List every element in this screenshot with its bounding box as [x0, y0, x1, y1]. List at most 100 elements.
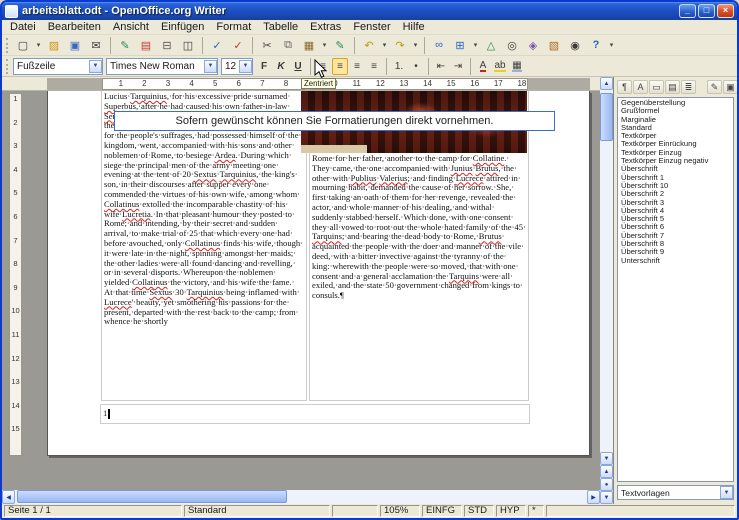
- undo-dropdown[interactable]: ▾: [380, 36, 389, 55]
- status-hyperlink-mode[interactable]: HYP: [496, 505, 526, 517]
- scroll-track[interactable]: [15, 490, 587, 504]
- status-insert-mode[interactable]: EINFG: [422, 505, 462, 517]
- style-list-item[interactable]: Unterschrift: [619, 257, 732, 265]
- new-style-from-selection-button[interactable]: ▣: [723, 80, 738, 94]
- format-paintbrush-button[interactable]: ✎: [330, 36, 350, 55]
- paste-dropdown[interactable]: ▾: [320, 36, 329, 55]
- hyperlink-button[interactable]: ∞: [429, 36, 449, 55]
- menu-item[interactable]: Extras: [304, 21, 347, 33]
- redo-button[interactable]: ↷: [390, 36, 410, 55]
- align-center-button[interactable]: ≡: [332, 58, 348, 75]
- scroll-track[interactable]: [600, 90, 613, 452]
- font-name-combo[interactable]: Times New Roman ▼: [106, 58, 218, 75]
- menu-item[interactable]: Ansicht: [107, 21, 155, 33]
- copy-button[interactable]: ⧉: [278, 36, 298, 55]
- minimize-button[interactable]: _: [679, 4, 696, 18]
- help-button[interactable]: ?: [586, 36, 606, 55]
- align-right-button[interactable]: ≡: [349, 58, 365, 75]
- font-size-combo[interactable]: 12 ▼: [221, 58, 253, 75]
- menu-item[interactable]: Fenster: [347, 21, 396, 33]
- table-button[interactable]: ⊞: [450, 36, 470, 55]
- decrease-indent-button[interactable]: ⇤: [433, 58, 449, 75]
- navigation-button[interactable]: ●: [600, 478, 613, 491]
- menu-item[interactable]: Tabelle: [257, 21, 304, 33]
- frame-styles-button[interactable]: ▭: [649, 80, 664, 94]
- previous-page-button[interactable]: ▲: [600, 465, 613, 478]
- icon-glyph: ✎: [120, 39, 129, 52]
- chevron-down-icon[interactable]: ▼: [239, 60, 252, 73]
- spellcheck-button[interactable]: ✓: [207, 36, 227, 55]
- fill-format-mode-button[interactable]: ✎: [707, 80, 722, 94]
- undo-button[interactable]: ↶: [359, 36, 379, 55]
- auto-spellcheck-button[interactable]: ✓: [228, 36, 248, 55]
- navigator-button[interactable]: ◈: [523, 36, 543, 55]
- status-selection-mode[interactable]: STD: [464, 505, 494, 517]
- chevron-down-icon[interactable]: ▼: [720, 486, 733, 499]
- scroll-thumb[interactable]: [17, 490, 287, 503]
- toolbar-grip[interactable]: [6, 59, 9, 74]
- background-color-button[interactable]: ▦: [509, 58, 525, 75]
- justify-button[interactable]: ≡: [366, 58, 382, 75]
- maximize-button[interactable]: □: [698, 4, 715, 18]
- style-filter-combo[interactable]: Textvorlagen ▼: [617, 485, 734, 500]
- zoom-button[interactable]: ◉: [565, 36, 585, 55]
- page-preview-button[interactable]: ◫: [178, 36, 198, 55]
- bullet-list-button[interactable]: •: [408, 58, 424, 75]
- toolbar-grip[interactable]: [6, 38, 9, 53]
- vertical-scrollbar[interactable]: ▲ ▼ ▲ ● ▼: [600, 77, 613, 504]
- export-pdf-button[interactable]: ▤: [136, 36, 156, 55]
- edit-file-button[interactable]: ✎: [115, 36, 135, 55]
- page-styles-button[interactable]: ▤: [665, 80, 680, 94]
- font-color-button[interactable]: A: [475, 58, 491, 75]
- scroll-thumb[interactable]: [600, 93, 613, 141]
- chevron-down-icon[interactable]: ▼: [89, 60, 102, 73]
- scroll-up-button[interactable]: ▲: [600, 77, 613, 90]
- paragraph-style-combo[interactable]: Fußzeile ▼: [13, 58, 103, 75]
- underline-button[interactable]: U: [290, 58, 306, 75]
- new-document-button[interactable]: ▢: [13, 36, 33, 55]
- list-styles-button[interactable]: ≣: [681, 80, 696, 94]
- scroll-right-button[interactable]: ▶: [587, 490, 600, 504]
- find-replace-button[interactable]: ◎: [502, 36, 522, 55]
- highlighting-button[interactable]: ab: [492, 58, 508, 75]
- status-zoom[interactable]: 105%: [380, 505, 420, 517]
- italic-button[interactable]: K: [273, 58, 289, 75]
- cut-button[interactable]: ✂: [257, 36, 277, 55]
- menu-item[interactable]: Hilfe: [397, 21, 431, 33]
- paragraph-styles-button[interactable]: ¶: [617, 80, 632, 94]
- scroll-left-button[interactable]: ◀: [2, 490, 15, 504]
- ruler-number: 11: [10, 330, 21, 354]
- new-document-dropdown[interactable]: ▾: [34, 36, 43, 55]
- character-styles-button[interactable]: A: [633, 80, 648, 94]
- document-column-left[interactable]: Lucius·Tarquinius,·for·his·excessive·pri…: [101, 91, 307, 401]
- table-dropdown[interactable]: ▾: [471, 36, 480, 55]
- status-page-style[interactable]: Standard: [184, 505, 330, 517]
- toolbar-options-dropdown[interactable]: ▾: [607, 36, 616, 55]
- redo-dropdown[interactable]: ▾: [411, 36, 420, 55]
- chevron-down-icon[interactable]: ▼: [204, 60, 217, 73]
- increase-indent-button[interactable]: ⇥: [450, 58, 466, 75]
- paste-button[interactable]: ▦: [299, 36, 319, 55]
- menu-item[interactable]: Bearbeiten: [42, 21, 107, 33]
- open-button[interactable]: ▨: [44, 36, 64, 55]
- gallery-button[interactable]: ▧: [544, 36, 564, 55]
- status-page: Seite 1 / 1: [4, 505, 182, 517]
- draw-functions-button[interactable]: △: [481, 36, 501, 55]
- save-button[interactable]: ▣: [65, 36, 85, 55]
- scroll-down-button[interactable]: ▼: [600, 452, 613, 465]
- menu-item[interactable]: Format: [210, 21, 257, 33]
- vertical-ruler[interactable]: 123456789101112131415: [9, 93, 22, 456]
- menu-item[interactable]: Einfügen: [155, 21, 210, 33]
- print-button[interactable]: ⊟: [157, 36, 177, 55]
- page-footer[interactable]: 1: [100, 404, 530, 424]
- menu-item[interactable]: Datei: [4, 21, 42, 33]
- mouse-cursor: [314, 59, 327, 79]
- misspelled-word: Tarquins: [449, 271, 479, 281]
- bold-button[interactable]: F: [256, 58, 272, 75]
- numbered-list-button[interactable]: 1.: [391, 58, 407, 75]
- close-button[interactable]: ×: [717, 4, 734, 18]
- title-bar[interactable]: arbeitsblatt.odt - OpenOffice.org Writer…: [2, 2, 737, 20]
- email-button[interactable]: ✉: [86, 36, 106, 55]
- next-page-button[interactable]: ▼: [600, 491, 613, 504]
- horizontal-scrollbar[interactable]: ◀ ▶: [2, 490, 600, 504]
